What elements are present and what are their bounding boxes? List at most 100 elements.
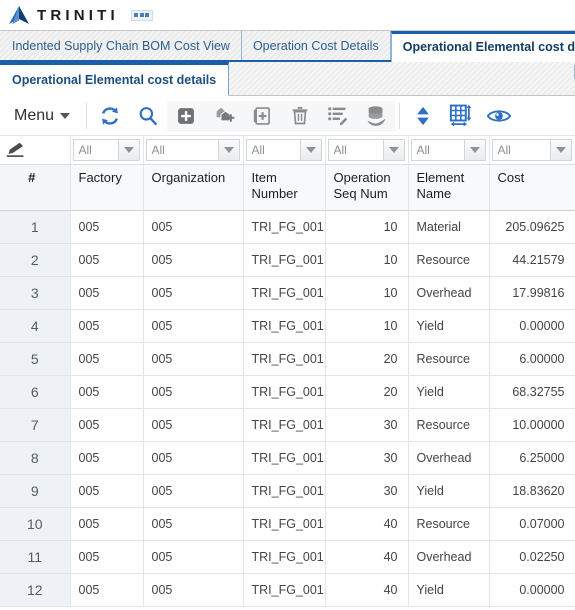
column-header-element-name[interactable]: Element Name	[408, 163, 490, 211]
refresh-button[interactable]	[91, 101, 129, 131]
menu-button[interactable]: Menu	[0, 96, 82, 135]
column-header-item-number[interactable]: Item Number	[243, 163, 326, 211]
cell-element-name: Overhead	[408, 540, 490, 574]
cell-item-number: TRI_FG_001	[243, 441, 326, 475]
subtab-operational-elemental-cost-details[interactable]: Operational Elemental cost details	[0, 62, 230, 96]
cell-operation-seq-num: 20	[325, 375, 409, 409]
cell-factory: 005	[70, 210, 144, 244]
filter-cell-item-number[interactable]: All	[243, 136, 326, 165]
table-row[interactable]: 12 005 005 TRI_FG_001 40 Yield 0.00000	[0, 573, 575, 607]
tab-label: Operation Cost Details	[252, 38, 379, 53]
grid-menu-dot	[134, 13, 139, 17]
cell-cost: 68.32755	[489, 375, 575, 409]
view-button[interactable]	[480, 101, 518, 131]
grid-table: All All All All All All # Factory Organi…	[0, 136, 575, 607]
chevron-down-icon[interactable]	[299, 139, 321, 160]
table-row[interactable]: 10 005 005 TRI_FG_001 40 Resource 0.0700…	[0, 507, 575, 541]
cell-organization: 005	[143, 408, 244, 442]
cell-factory: 005	[70, 441, 144, 475]
cell-element-name: Resource	[408, 243, 490, 277]
add-icon	[178, 107, 194, 124]
cell-factory: 005	[70, 243, 144, 277]
edit-list-icon	[327, 106, 348, 126]
grid-menu-dot	[139, 13, 144, 17]
column-header-operation-seq-num[interactable]: Operation Seq Num	[325, 163, 409, 211]
cell-item-number: TRI_FG_001	[243, 210, 326, 244]
tab-operational-elemental-cost-details[interactable]: Operational Elemental cost de	[390, 31, 575, 62]
table-row[interactable]: 9 005 005 TRI_FG_001 30 Yield 18.83620	[0, 474, 575, 508]
tab-operation-cost-details[interactable]: Operation Cost Details	[242, 31, 391, 60]
insert-row-button[interactable]	[243, 100, 282, 131]
trash-icon	[292, 107, 308, 125]
app-header: TRINITI	[0, 0, 575, 30]
data-grid: All All All All All All # Factory Organi…	[0, 136, 575, 607]
cell-num: 8	[0, 441, 71, 475]
database-button[interactable]	[357, 100, 396, 131]
chevron-down-icon[interactable]	[117, 139, 139, 160]
cell-item-number: TRI_FG_001	[243, 309, 326, 343]
cell-operation-seq-num: 40	[325, 540, 409, 574]
cell-cost: 44.21579	[489, 243, 575, 277]
column-header-organization[interactable]: Organization	[143, 163, 244, 211]
chevron-down-icon[interactable]	[217, 139, 239, 160]
chevron-down-icon[interactable]	[549, 139, 571, 160]
filter-cell-edit[interactable]	[0, 136, 71, 165]
cell-organization: 005	[143, 573, 244, 607]
cell-organization: 005	[143, 507, 244, 541]
cell-organization: 005	[143, 540, 244, 574]
cell-organization: 005	[143, 309, 244, 343]
filter-value: All	[78, 142, 92, 157]
add-button[interactable]	[167, 100, 206, 131]
cell-cost: 18.83620	[489, 474, 575, 508]
table-row[interactable]: 8 005 005 TRI_FG_001 30 Overhead 6.25000	[0, 441, 575, 475]
cell-num: 10	[0, 507, 71, 541]
sort-button[interactable]	[404, 101, 442, 131]
table-row[interactable]: 6 005 005 TRI_FG_001 20 Yield 68.32755	[0, 375, 575, 409]
column-header-factory[interactable]: Factory	[70, 163, 144, 211]
filter-cell-organization[interactable]: All	[143, 136, 244, 165]
subtab-filler	[229, 62, 574, 95]
cell-cost: 17.99816	[489, 276, 575, 310]
filter-cell-element-name[interactable]: All	[408, 136, 490, 165]
cell-operation-seq-num: 10	[325, 210, 409, 244]
table-row[interactable]: 2 005 005 TRI_FG_001 10 Resource 44.2157…	[0, 243, 575, 277]
chevron-down-icon[interactable]	[382, 139, 404, 160]
duplicate-button[interactable]	[205, 100, 244, 131]
table-row[interactable]: 4 005 005 TRI_FG_001 10 Yield 0.00000	[0, 309, 575, 343]
filter-value: All	[333, 142, 347, 157]
grid-menu-dot	[145, 13, 150, 17]
search-button[interactable]	[129, 101, 167, 131]
cell-num: 3	[0, 276, 71, 310]
delete-button[interactable]	[281, 100, 320, 131]
table-row[interactable]: 1 005 005 TRI_FG_001 10 Material 205.096…	[0, 210, 575, 244]
column-header-num[interactable]: #	[0, 163, 71, 211]
table-row[interactable]: 7 005 005 TRI_FG_001 30 Resource 10.0000…	[0, 408, 575, 442]
edit-list-button[interactable]	[319, 100, 358, 131]
secondary-tabstrip: Operational Elemental cost details	[0, 62, 575, 96]
insert-row-icon	[253, 106, 270, 125]
tab-indented-supply-chain-bom-cost-view[interactable]: Indented Supply Chain BOM Cost View	[0, 31, 242, 60]
table-row[interactable]: 5 005 005 TRI_FG_001 20 Resource 6.00000	[0, 342, 575, 376]
chevron-down-icon[interactable]	[463, 139, 485, 160]
grid-menu-icon[interactable]	[130, 9, 153, 21]
filter-cell-cost[interactable]: All	[489, 136, 575, 165]
cell-factory: 005	[70, 276, 144, 310]
cell-item-number: TRI_FG_001	[243, 540, 326, 574]
column-header-cost[interactable]: Cost	[489, 163, 575, 211]
duplicate-icon	[216, 107, 234, 122]
toolbar-divider	[399, 102, 401, 129]
table-row[interactable]: 11 005 005 TRI_FG_001 40 Overhead 0.0225…	[0, 540, 575, 574]
subtab-label: Operational Elemental cost details	[12, 72, 217, 87]
cell-element-name: Overhead	[408, 441, 490, 475]
cell-operation-seq-num: 10	[325, 309, 409, 343]
filter-cell-operation-seq-num[interactable]: All	[325, 136, 409, 165]
table-row[interactable]: 3 005 005 TRI_FG_001 10 Overhead 17.9981…	[0, 276, 575, 310]
cell-num: 4	[0, 309, 71, 343]
filter-cell-factory[interactable]: All	[70, 136, 144, 165]
cell-cost: 6.25000	[489, 441, 575, 475]
cell-cost: 0.02250	[489, 540, 575, 574]
cell-item-number: TRI_FG_001	[243, 408, 326, 442]
cell-operation-seq-num: 30	[325, 474, 409, 508]
cell-num: 9	[0, 474, 71, 508]
resize-grid-button[interactable]	[442, 101, 480, 131]
